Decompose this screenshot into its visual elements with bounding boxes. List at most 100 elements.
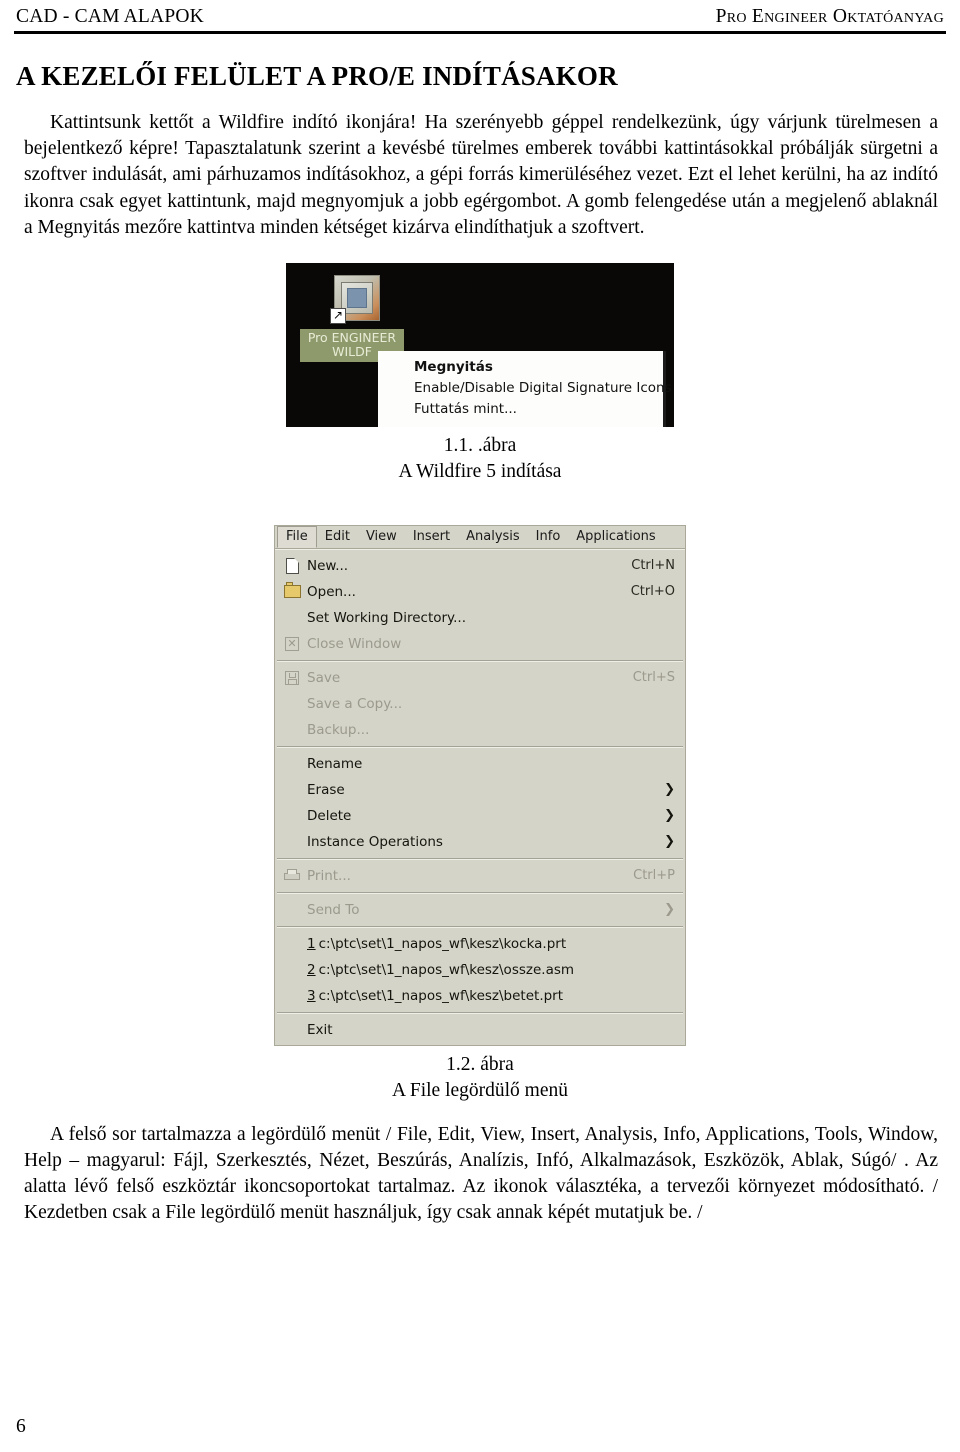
menu-item-save-label: Save (307, 669, 341, 686)
menu-item-rename[interactable]: Rename (275, 751, 685, 777)
menu-item-print-accel: Ctrl+P (633, 868, 675, 884)
menu-item-send-to: Send To ❯ (275, 897, 685, 923)
recent-file-3-number: 3 (307, 987, 316, 1004)
menu-item-erase-label: Erase (307, 781, 345, 798)
menu-item-erase[interactable]: Erase ❯ (275, 777, 685, 803)
no-icon (281, 695, 303, 713)
menu-item-delete-label: Delete (307, 807, 352, 824)
no-icon (281, 807, 303, 825)
menubar-item-view[interactable]: View (358, 526, 405, 548)
no-icon (281, 935, 303, 953)
menu-item-send-to-label: Send To (307, 901, 360, 918)
chevron-right-icon: ❯ (664, 902, 675, 918)
intro-paragraph: Kattintsunk kettőt a Wildfire indító iko… (24, 112, 938, 238)
menu-item-open-label: Open... (307, 583, 356, 600)
recent-file-1-number: 1 (307, 935, 316, 952)
menu-item-instance-operations[interactable]: Instance Operations ❯ (275, 829, 685, 855)
menubar-item-edit[interactable]: Edit (317, 526, 358, 548)
menubar: File Edit View Insert Analysis Info Appl… (275, 525, 685, 549)
menu-item-exit[interactable]: Exit (275, 1017, 685, 1043)
recent-file-3-path: c:\ptc\set\1_napos_wf\kesz\betet.prt (318, 987, 564, 1004)
desktop-screenshot: ↗ Pro ENGINEER WILDF Megnyitás Enable/Di… (286, 263, 674, 428)
chevron-right-icon: ❯ (664, 834, 675, 850)
no-icon (281, 755, 303, 773)
menu-item-recent-file-2[interactable]: 2 c:\ptc\set\1_napos_wf\kesz\ossze.asm (275, 957, 685, 983)
menu-item-exit-label: Exit (307, 1021, 333, 1038)
figure-wildfire-startup: ↗ Pro ENGINEER WILDF Megnyitás Enable/Di… (14, 263, 946, 485)
no-icon (281, 901, 303, 919)
figure1-caption: 1.1. .ábra A Wildfire 5 indítása (399, 433, 562, 485)
context-menu-item-run-as[interactable]: Futtatás mint... (378, 399, 663, 420)
menu-item-instance-operations-label: Instance Operations (307, 833, 443, 850)
recent-file-1-path: c:\ptc\set\1_napos_wf\kesz\kocka.prt (318, 935, 567, 952)
desktop-context-menu: Megnyitás Enable/Disable Digital Signatu… (378, 351, 672, 428)
recent-file-2-path: c:\ptc\set\1_napos_wf\kesz\ossze.asm (318, 961, 575, 978)
page-number: 6 (16, 1416, 26, 1437)
menu-item-open[interactable]: Open... Ctrl+O (275, 579, 685, 605)
menu-item-set-working-directory-label: Set Working Directory... (307, 609, 466, 626)
figure2-caption-number: 1.2. ábra (446, 1053, 514, 1075)
no-icon (281, 781, 303, 799)
menu-item-backup-label: Backup... (307, 721, 370, 738)
shortcut-arrow-icon: ↗ (330, 308, 346, 325)
no-icon (281, 721, 303, 739)
open-folder-icon (281, 582, 303, 601)
menu-item-print-label: Print... (307, 867, 351, 884)
menu-separator (277, 925, 683, 928)
menu-item-print: Print... Ctrl+P (275, 863, 685, 889)
menu-separator (277, 891, 683, 894)
figure-file-menu: File Edit View Insert Analysis Info Appl… (14, 524, 946, 1104)
menu-item-new-label: New... (307, 557, 349, 574)
proe-file-menu-screenshot: File Edit View Insert Analysis Info Appl… (274, 524, 686, 1046)
menubar-item-analysis[interactable]: Analysis (458, 526, 528, 548)
menu-item-close-window: ✕ Close Window (275, 631, 685, 657)
menu-item-delete[interactable]: Delete ❯ (275, 803, 685, 829)
menu-separator (277, 1011, 683, 1014)
figure1-caption-title: A Wildfire 5 indítása (398, 461, 562, 483)
menu-item-save-a-copy-label: Save a Copy... (307, 695, 403, 712)
recent-file-2-number: 2 (307, 961, 316, 978)
menubar-item-file[interactable]: File (277, 525, 317, 548)
figure2-caption: 1.2. ábra A File legördülő menü (392, 1052, 568, 1104)
menu-item-recent-file-3[interactable]: 3 c:\ptc\set\1_napos_wf\kesz\betet.prt (275, 983, 685, 1009)
menu-item-save-accel: Ctrl+S (632, 670, 675, 686)
running-header: CAD - CAM ALAPOK Pro Engineer Oktatóanya… (14, 0, 946, 34)
file-dropdown-menu: New... Ctrl+N Open... Ctrl+O Set Working… (275, 548, 685, 1045)
menu-item-new-accel: Ctrl+N (631, 558, 675, 574)
menu-item-recent-file-1[interactable]: 1 c:\ptc\set\1_napos_wf\kesz\kocka.prt (275, 931, 685, 957)
menu-item-save-a-copy: Save a Copy... (275, 691, 685, 717)
no-icon (281, 961, 303, 979)
page-title: A KEZELŐI FELÜLET A PRO/E INDÍTÁSAKOR (16, 61, 618, 91)
context-menu-item-open[interactable]: Megnyitás (378, 357, 663, 378)
menu-item-set-working-directory[interactable]: Set Working Directory... (275, 605, 685, 631)
menu-separator (277, 745, 683, 748)
menu-separator (277, 857, 683, 860)
menu-item-open-accel: Ctrl+O (630, 584, 675, 600)
menu-item-close-window-label: Close Window (307, 635, 402, 652)
menu-item-new[interactable]: New... Ctrl+N (275, 553, 685, 579)
save-disk-icon (281, 669, 303, 687)
desktop-icon-label-line1: Pro ENGINEER (307, 330, 397, 346)
header-left-text: CAD - CAM ALAPOK (16, 6, 204, 27)
document-page: CAD - CAM ALAPOK Pro Engineer Oktatóanya… (0, 0, 960, 1452)
new-document-icon (281, 557, 303, 575)
menu-item-rename-label: Rename (307, 755, 363, 772)
figure1-caption-number: 1.1. .ábra (443, 435, 517, 457)
figure2-caption-title: A File legördülő menü (391, 1079, 569, 1101)
menu-item-save: Save Ctrl+S (275, 665, 685, 691)
menubar-item-insert[interactable]: Insert (405, 526, 458, 548)
chevron-right-icon: ❯ (664, 782, 675, 798)
menubar-item-info[interactable]: Info (528, 526, 569, 548)
menu-item-backup: Backup... (275, 717, 685, 743)
chevron-right-icon: ❯ (664, 808, 675, 824)
closing-paragraph: A felső sor tartalmazza a legördülő menü… (24, 1123, 938, 1224)
no-icon (281, 987, 303, 1005)
context-menu-item-digital-signature[interactable]: Enable/Disable Digital Signature Icons (378, 378, 672, 399)
printer-icon (281, 867, 303, 885)
close-window-icon: ✕ (281, 635, 303, 653)
no-icon (281, 833, 303, 851)
no-icon (281, 1021, 303, 1039)
menubar-item-applications[interactable]: Applications (568, 526, 663, 548)
menu-separator (277, 659, 683, 662)
no-icon (281, 609, 303, 627)
